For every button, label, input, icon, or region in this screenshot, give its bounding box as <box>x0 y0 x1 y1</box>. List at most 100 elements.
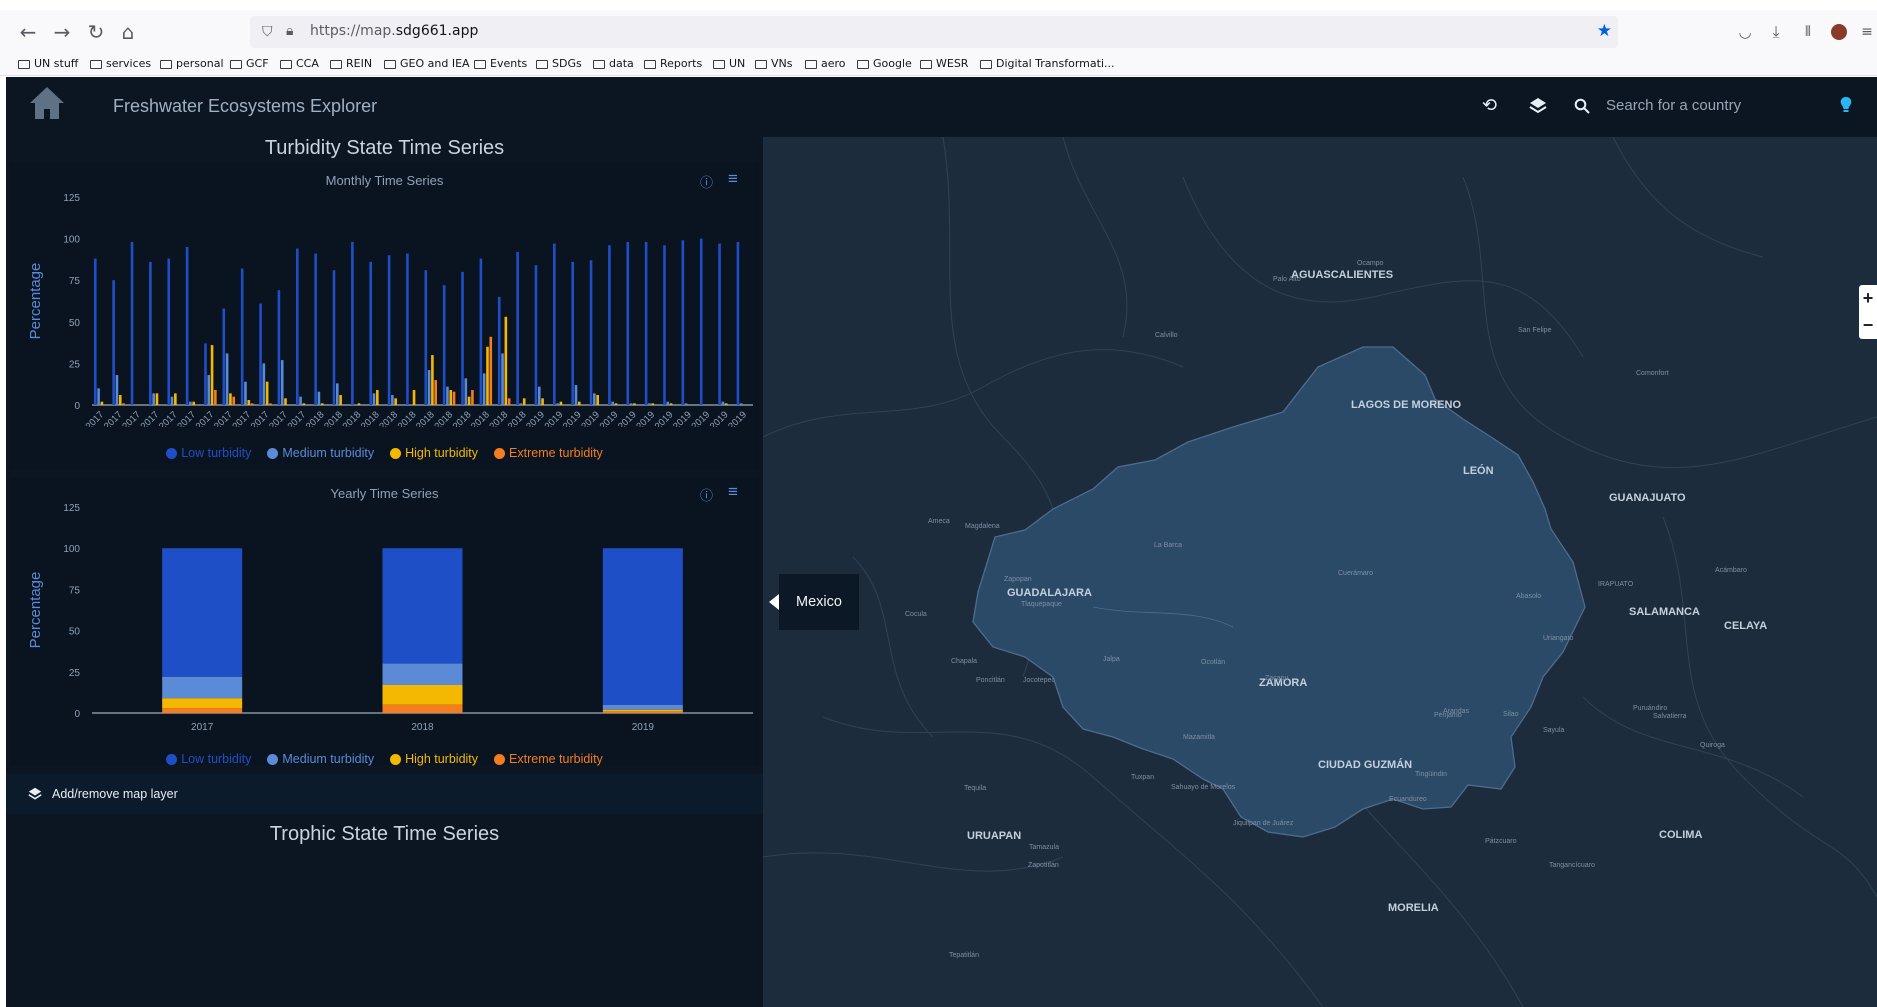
yearly-bar-segment[interactable] <box>602 704 683 710</box>
bookmark-folder[interactable]: GEO and IEA <box>384 57 470 70</box>
monthly-bar[interactable] <box>189 401 192 405</box>
monthly-bar[interactable] <box>467 396 471 405</box>
monthly-bar[interactable] <box>244 381 247 405</box>
monthly-bar[interactable] <box>681 240 685 405</box>
monthly-bar[interactable] <box>611 401 615 405</box>
monthly-bar[interactable] <box>112 280 115 405</box>
monthly-bar[interactable] <box>280 360 284 405</box>
home-icon[interactable]: ⌂ <box>116 20 140 44</box>
monthly-bar[interactable] <box>534 265 538 405</box>
legend-item[interactable]: Low turbidity <box>166 446 251 460</box>
monthly-bar[interactable] <box>118 395 122 405</box>
monthly-bar[interactable] <box>648 403 651 405</box>
monthly-bar[interactable] <box>412 390 416 405</box>
monthly-bar[interactable] <box>302 403 306 405</box>
monthly-bar[interactable] <box>431 355 434 405</box>
monthly-bar[interactable] <box>155 393 159 405</box>
monthly-bar[interactable] <box>559 401 563 405</box>
monthly-bar[interactable] <box>229 393 232 405</box>
monthly-bar[interactable] <box>317 391 321 405</box>
yearly-bar-segment[interactable] <box>382 663 463 685</box>
monthly-bar[interactable] <box>461 271 464 405</box>
download-icon[interactable]: ⤓ <box>1764 20 1788 44</box>
monthly-bar[interactable] <box>222 308 226 405</box>
monthly-bar[interactable] <box>537 386 541 405</box>
monthly-bar[interactable] <box>651 403 655 405</box>
yearly-bar-segment[interactable] <box>602 548 683 705</box>
bookmark-folder[interactable]: personal <box>160 57 224 70</box>
monthly-bar[interactable] <box>666 401 670 405</box>
monthly-bar[interactable] <box>721 401 725 405</box>
monthly-bar[interactable] <box>149 261 152 405</box>
monthly-bar[interactable] <box>94 258 97 405</box>
monthly-bar[interactable] <box>250 403 254 405</box>
zoom-out-button[interactable]: − <box>1859 312 1877 339</box>
monthly-bar[interactable] <box>351 241 354 405</box>
monthly-bar[interactable] <box>486 346 489 405</box>
monthly-bar[interactable] <box>240 268 244 405</box>
monthly-bar[interactable] <box>332 270 336 405</box>
monthly-bar[interactable] <box>372 393 376 405</box>
bookmark-folder[interactable]: Google <box>857 57 912 70</box>
home-icon[interactable] <box>28 85 66 121</box>
yearly-bar-segment[interactable] <box>602 709 683 712</box>
lock-icon[interactable]: 🔒︎ <box>286 22 293 39</box>
monthly-bar[interactable] <box>97 388 100 405</box>
monthly-bar[interactable] <box>522 398 526 405</box>
legend-item[interactable]: High turbidity <box>390 446 478 460</box>
search-icon[interactable] <box>1574 98 1590 114</box>
bookmark-folder[interactable]: aero <box>805 57 846 70</box>
legend-item[interactable]: High turbidity <box>390 752 478 766</box>
monthly-bar[interactable] <box>553 243 556 405</box>
monthly-bar[interactable] <box>259 303 262 405</box>
monthly-bar[interactable] <box>504 316 508 405</box>
bookmark-folder[interactable]: data <box>593 57 634 70</box>
monthly-bar[interactable] <box>247 400 251 405</box>
yearly-bar-segment[interactable] <box>382 548 463 664</box>
monthly-bar[interactable] <box>663 245 666 405</box>
url-text[interactable]: https://map.sdg661.app <box>310 23 478 39</box>
monthly-bar[interactable] <box>574 385 578 405</box>
monthly-bar[interactable] <box>589 260 593 405</box>
monthly-bar[interactable] <box>446 386 449 405</box>
bookmark-folder[interactable]: Events <box>474 57 527 70</box>
yearly-bar-segment[interactable] <box>382 704 463 713</box>
monthly-bar[interactable] <box>501 353 504 405</box>
layers-icon[interactable] <box>1529 97 1547 115</box>
bookmark-folder[interactable]: CCA <box>280 57 319 70</box>
legend-item[interactable]: Medium turbidity <box>267 446 374 460</box>
monthly-bar[interactable] <box>614 403 618 405</box>
bookmark-folder[interactable]: GCF <box>230 57 269 70</box>
monthly-bar[interactable] <box>207 375 211 405</box>
yearly-bar-segment[interactable] <box>382 684 463 705</box>
monthly-bar[interactable] <box>387 255 391 405</box>
monthly-bar[interactable] <box>449 390 453 405</box>
yearly-bar-segment[interactable] <box>162 708 243 713</box>
monthly-bar[interactable] <box>633 403 636 405</box>
monthly-bar[interactable] <box>167 258 171 405</box>
monthly-bar[interactable] <box>204 343 207 405</box>
monthly-bar[interactable] <box>608 245 611 405</box>
monthly-bar[interactable] <box>471 390 474 405</box>
monthly-bar[interactable] <box>482 373 486 405</box>
monthly-bar[interactable] <box>571 261 574 405</box>
map-canvas[interactable]: AGUASCALIENTES LAGOS DE MORENO LEÓN GUANAJU… <box>763 137 1877 1007</box>
forward-icon[interactable]: → <box>50 20 74 44</box>
monthly-bar[interactable] <box>556 403 559 405</box>
monthly-bar[interactable] <box>170 396 174 405</box>
monthly-bar[interactable] <box>320 403 324 405</box>
monthly-bar[interactable] <box>391 395 394 405</box>
monthly-bar[interactable] <box>210 345 214 405</box>
bookmark-folder[interactable]: Reports <box>644 57 702 70</box>
monthly-bar[interactable] <box>736 241 740 405</box>
monthly-bar[interactable] <box>152 393 155 405</box>
monthly-bar[interactable] <box>724 403 728 405</box>
monthly-bar[interactable] <box>669 403 673 405</box>
country-search-input[interactable]: Search for a country <box>1606 97 1741 114</box>
legend-item[interactable]: Low turbidity <box>166 752 251 766</box>
monthly-bar[interactable] <box>684 403 688 405</box>
bookmark-folder[interactable]: WESR <box>920 57 968 70</box>
monthly-bar[interactable] <box>174 393 177 405</box>
monthly-bar[interactable] <box>357 403 361 405</box>
yearly-bar-segment[interactable] <box>162 548 243 677</box>
